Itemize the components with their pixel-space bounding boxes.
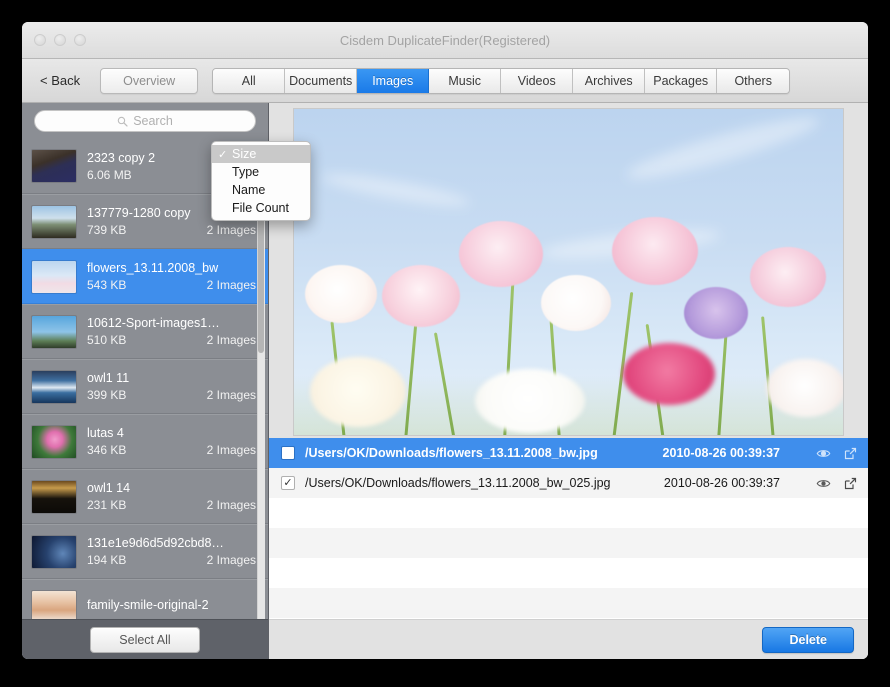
back-button[interactable]: < Back — [32, 69, 92, 92]
menu-item-type[interactable]: Type — [212, 163, 310, 181]
menu-item-file-count[interactable]: File Count — [212, 199, 310, 217]
open-external-icon[interactable] — [843, 446, 858, 461]
sort-dropdown-menu[interactable]: ✓ Size Type Name File Count — [211, 141, 311, 221]
file-list: /Users/OK/Downloads/flowers_13.11.2008_b… — [269, 438, 868, 619]
thumbnail — [32, 425, 76, 458]
file-row-selected[interactable]: /Users/OK/Downloads/flowers_13.11.2008_b… — [269, 438, 868, 468]
list-item[interactable]: family-smile-original-2 — [22, 579, 268, 619]
thumbnail — [32, 260, 76, 293]
main-panel: /Users/OK/Downloads/flowers_13.11.2008_b… — [269, 103, 868, 659]
list-item-name: owl1 11 — [87, 371, 130, 385]
list-item[interactable]: owl1 11 399 KB 2 Images — [22, 359, 268, 414]
search-placeholder: Search — [133, 114, 173, 128]
application-window: Cisdem DuplicateFinder(Registered) < Bac… — [22, 22, 868, 659]
overview-button[interactable]: Overview — [100, 67, 199, 94]
list-item-selected[interactable]: flowers_13.11.2008_bw 543 KB 2 Images — [22, 249, 268, 304]
menu-item-name[interactable]: Name — [212, 181, 310, 199]
file-actions — [816, 446, 858, 461]
list-item-name: lutas 4 — [87, 426, 124, 440]
list-item[interactable]: 10612-Sport-images1… 510 KB 2 Images — [22, 304, 268, 359]
sidebar-footer: Select All — [22, 619, 268, 659]
list-item[interactable]: 131e1e9d6d5d92cbd8… 194 KB 2 Images — [22, 524, 268, 579]
image-preview[interactable] — [293, 108, 844, 436]
list-item-size: 543 KB — [87, 278, 127, 292]
list-item[interactable]: owl1 14 231 KB 2 Images — [22, 469, 268, 524]
list-item-count: 2 Images — [206, 223, 256, 237]
open-external-icon[interactable] — [843, 476, 858, 491]
bottom-bar: Delete — [269, 619, 868, 659]
thumbnail — [32, 590, 76, 619]
list-item-count: 2 Images — [206, 333, 256, 347]
tab-packages[interactable]: Packages — [645, 68, 718, 93]
list-item-name: 10612-Sport-images1… — [87, 316, 220, 330]
eye-icon[interactable] — [816, 476, 831, 491]
file-actions — [816, 476, 858, 491]
tab-images[interactable]: Images — [357, 68, 430, 93]
menu-item-label: Name — [232, 183, 266, 197]
preview-area — [269, 103, 868, 438]
tab-all[interactable]: All — [213, 68, 286, 93]
search-input[interactable]: Search — [34, 110, 256, 132]
file-timestamp: 2010-08-26 00:39:37 — [662, 446, 780, 460]
file-row[interactable]: ✓ /Users/OK/Downloads/flowers_13.11.2008… — [269, 468, 868, 498]
thumbnail — [32, 535, 76, 568]
search-bar: Search — [22, 103, 268, 139]
thumbnail — [32, 205, 76, 238]
desktop-background: Cisdem DuplicateFinder(Registered) < Bac… — [0, 0, 890, 687]
tab-others[interactable]: Others — [717, 68, 790, 93]
search-icon — [117, 116, 128, 127]
thumbnail — [32, 370, 76, 403]
menu-item-label: Type — [232, 165, 260, 179]
list-item-count: 2 Images — [206, 388, 256, 402]
toolbar: < Back Overview All Documents Images Mus… — [22, 59, 868, 103]
list-item-size: 510 KB — [87, 333, 127, 347]
thumbnail — [32, 480, 76, 513]
menu-item-label: File Count — [232, 201, 289, 215]
list-item-size: 739 KB — [87, 223, 127, 237]
empty-row — [269, 498, 868, 528]
menu-item-size[interactable]: ✓ Size — [212, 145, 310, 163]
list-item-size: 6.06 MB — [87, 167, 132, 182]
check-icon: ✓ — [218, 148, 228, 161]
file-checkbox[interactable]: ✓ — [281, 476, 295, 490]
file-path: /Users/OK/Downloads/flowers_13.11.2008_b… — [305, 476, 611, 490]
file-path: /Users/OK/Downloads/flowers_13.11.2008_b… — [305, 446, 598, 460]
empty-row — [269, 558, 868, 588]
thumbnail — [32, 315, 76, 348]
empty-row — [269, 528, 868, 558]
window-titlebar: Cisdem DuplicateFinder(Registered) — [22, 22, 868, 59]
tab-music[interactable]: Music — [429, 68, 502, 93]
file-timestamp: 2010-08-26 00:39:37 — [663, 476, 780, 490]
list-item-name: family-smile-original-2 — [87, 598, 209, 612]
list-item-name: 131e1e9d6d5d92cbd8… — [87, 536, 224, 550]
list-item-size: 399 KB — [87, 388, 127, 402]
file-checkbox[interactable] — [281, 446, 295, 460]
delete-button[interactable]: Delete — [762, 626, 854, 653]
list-item-count: 2 Images — [206, 553, 256, 567]
list-item-size: 346 KB — [87, 443, 127, 457]
list-item-count: 2 Images — [206, 278, 256, 292]
tab-documents[interactable]: Documents — [285, 68, 358, 93]
select-all-button[interactable]: Select All — [90, 626, 200, 653]
window-title: Cisdem DuplicateFinder(Registered) — [339, 33, 551, 48]
eye-icon[interactable] — [816, 446, 831, 461]
list-item-name: flowers_13.11.2008_bw — [87, 261, 219, 275]
tab-videos[interactable]: Videos — [501, 68, 574, 93]
tab-archives[interactable]: Archives — [573, 68, 646, 93]
list-item-name: owl1 14 — [87, 481, 131, 495]
category-tabs: All Documents Images Music Videos Archiv… — [212, 67, 791, 94]
list-item-count: 2 Images — [206, 498, 256, 512]
window-body: Search 2323 copy 2 6.06 MB 137779-1280 c… — [22, 103, 868, 659]
list-item-size: 194 KB — [87, 553, 127, 567]
list-item-size: 231 KB — [87, 498, 127, 512]
empty-row — [269, 588, 868, 618]
thumbnail — [32, 150, 76, 182]
list-item[interactable]: lutas 4 346 KB 2 Images — [22, 414, 268, 469]
list-item-count: 2 Images — [206, 443, 256, 457]
menu-item-label: Size — [232, 147, 257, 161]
